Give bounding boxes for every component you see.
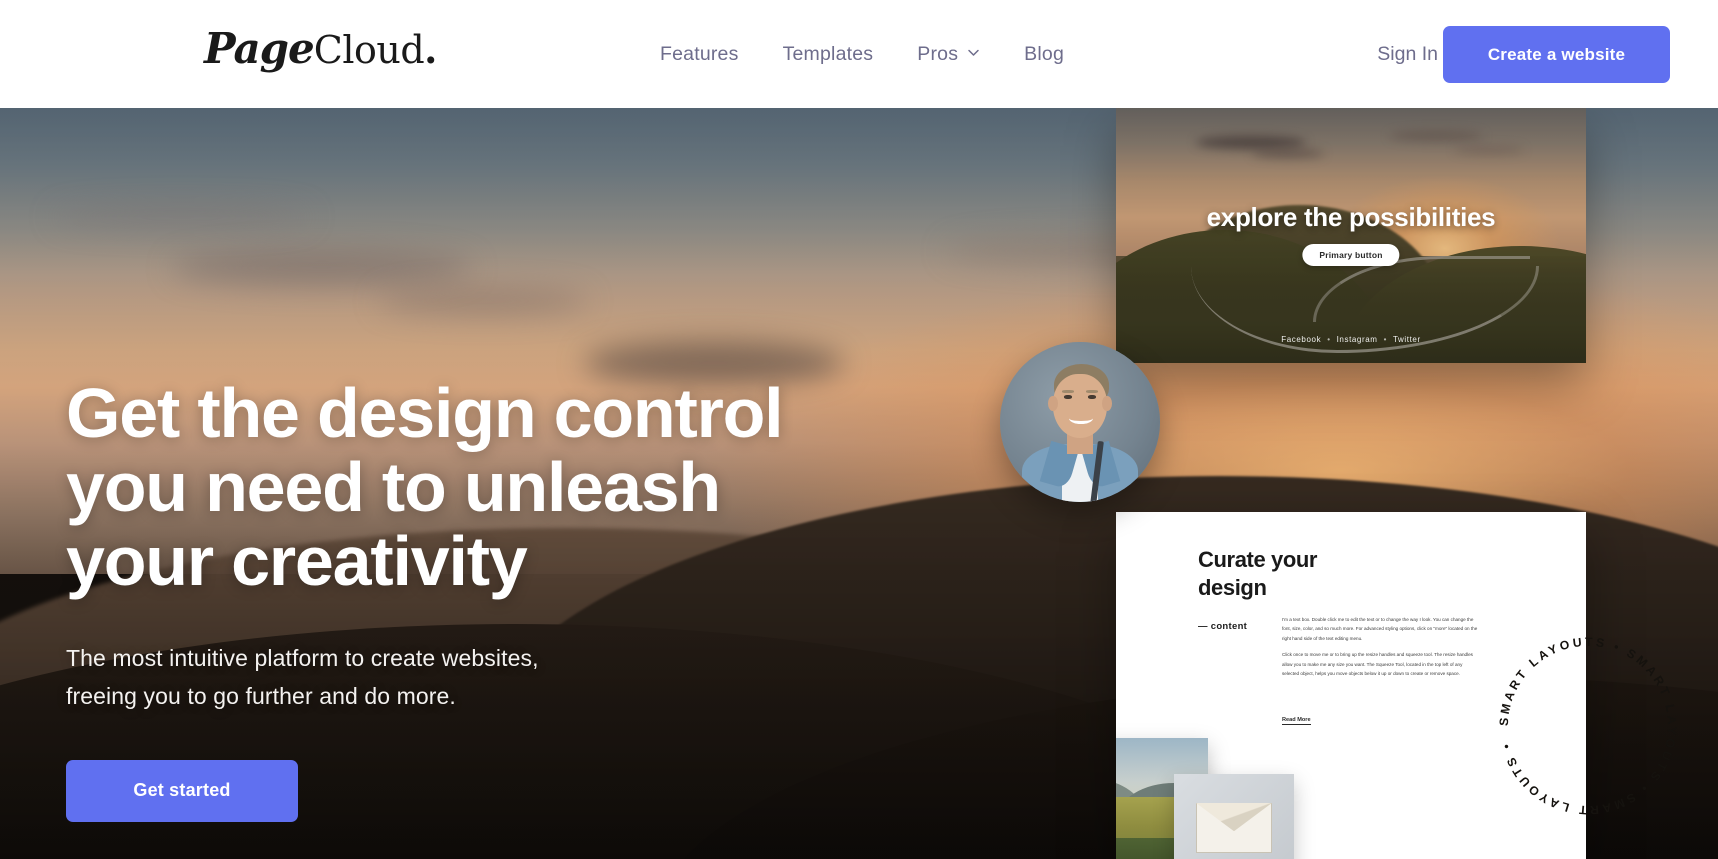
get-started-label: Get started — [133, 780, 231, 801]
avatar-smile — [1068, 412, 1093, 424]
nav-item-features[interactable]: Features — [660, 43, 739, 66]
hero-headline: Get the design control you need to unlea… — [66, 376, 886, 599]
preview-link-separator: • — [1327, 335, 1331, 344]
site-header: Page Cloud. Features Templates Pros Blog … — [0, 0, 1718, 108]
pagecloud-logo[interactable]: Page Cloud. — [204, 28, 437, 70]
preview-card-photo — [1116, 108, 1586, 363]
preview-card-title: explore the possibilities — [1206, 202, 1496, 232]
preview-link-separator: • — [1383, 335, 1387, 344]
create-a-website-button[interactable]: Create a website — [1443, 26, 1670, 83]
sign-in-link[interactable]: Sign In — [1377, 0, 1438, 108]
preview-social-links: Facebook • Instagram • Twitter — [1116, 335, 1586, 344]
nav-item-blog[interactable]: Blog — [1024, 43, 1064, 66]
preview-bottom-title-line-1: Curate your — [1198, 547, 1318, 572]
headline-line-3: your creativity — [66, 522, 528, 601]
preview-overlay — [1116, 108, 1586, 363]
smart-layouts-circular-badge: SMART LAYOUTS • SMART LAYOUTS • SMART LA… — [1490, 628, 1686, 824]
nav-label-blog: Blog — [1024, 42, 1064, 65]
chevron-down-icon — [967, 46, 980, 59]
avatar-eye-right — [1088, 394, 1096, 399]
headline-line-2: you need to unleash — [66, 448, 721, 527]
preview-bottom-title-line-2: design — [1198, 574, 1267, 600]
avatar-eye-left — [1064, 394, 1072, 399]
main-navigation: Features Templates Pros Blog — [660, 0, 1064, 108]
landing-page: Page Cloud. Features Templates Pros Blog … — [0, 0, 1718, 859]
nav-label-features: Features — [660, 42, 739, 65]
nav-label-templates: Templates — [782, 42, 874, 65]
preview-link-instagram[interactable]: Instagram — [1337, 335, 1378, 344]
preview-primary-button[interactable]: Primary button — [1302, 244, 1400, 266]
badge-text: SMART LAYOUTS • SMART LAYOUTS • SMART LA… — [1497, 635, 1679, 817]
avatar-face — [1052, 374, 1108, 438]
preview-paragraph: Click once to move me or to bring up the… — [1282, 652, 1473, 677]
sign-in-label: Sign In — [1377, 42, 1438, 65]
preview-link-facebook[interactable]: Facebook — [1281, 335, 1321, 344]
logo-dot: . — [424, 27, 438, 72]
preview-body-copy: I'm a text box. Double click me to edit … — [1282, 615, 1478, 685]
subhead-line-1: The most intuitive platform to create we… — [66, 644, 539, 671]
preview-thumbnail-envelope — [1174, 774, 1294, 859]
nav-label-pros: Pros — [917, 42, 959, 65]
avatar-brow-left — [1062, 390, 1074, 393]
hero-copy: Get the design control you need to unlea… — [66, 376, 886, 822]
avatar-ear-right — [1102, 396, 1112, 411]
avatar-ear-left — [1048, 396, 1058, 411]
preview-read-more-link[interactable]: Read More — [1282, 717, 1311, 725]
nav-item-templates[interactable]: Templates — [783, 43, 874, 66]
subhead-line-2: freeing you to go further and do more. — [66, 683, 456, 710]
logo-script-text: Page — [204, 24, 315, 73]
preview-link-twitter[interactable]: Twitter — [1393, 335, 1421, 344]
avatar-brow-right — [1086, 390, 1098, 393]
logo-serif-text: Cloud — [313, 28, 425, 72]
preview-card-hero-template[interactable]: explore the possibilities Primary button… — [1116, 108, 1586, 363]
preview-paragraph: I'm a text box. Double click me to edit … — [1282, 617, 1478, 641]
avatar — [1000, 342, 1160, 502]
preview-primary-button-label: Primary button — [1319, 250, 1383, 260]
get-started-button[interactable]: Get started — [66, 759, 298, 822]
headline-line-1: Get the design control — [66, 374, 784, 452]
preview-content-label: — content — [1198, 621, 1248, 632]
hero-subheadline: The most intuitive platform to create we… — [66, 639, 886, 716]
preview-bottom-title: Curate your design — [1198, 546, 1348, 601]
nav-item-pros[interactable]: Pros — [917, 43, 980, 66]
create-a-website-label: Create a website — [1487, 44, 1626, 64]
